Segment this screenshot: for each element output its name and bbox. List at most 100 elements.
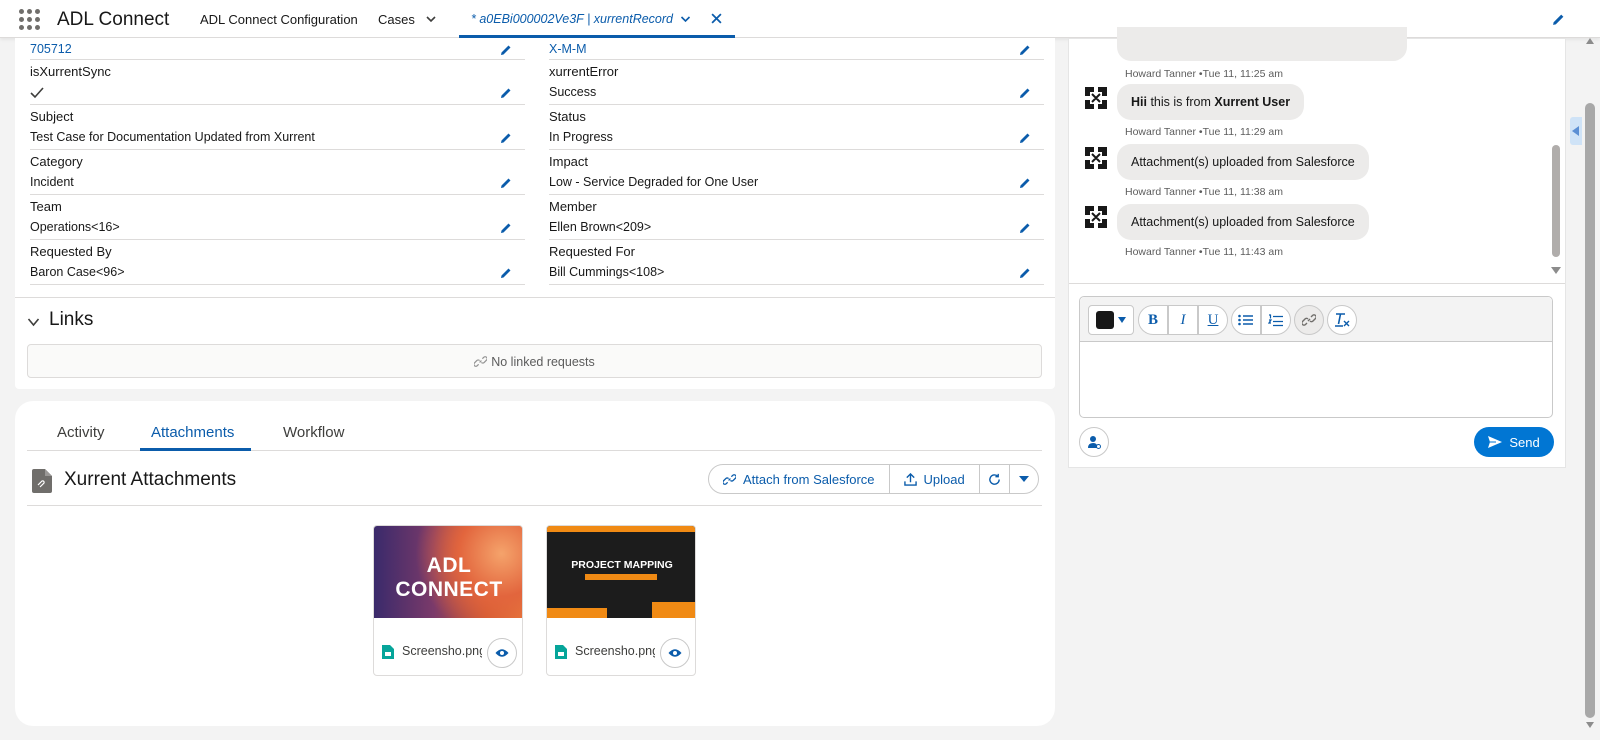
tab-activity[interactable]: Activity — [57, 424, 105, 441]
attachments-button-group: Attach from Salesforce Upload — [708, 464, 1039, 494]
pencil-icon[interactable] — [500, 132, 512, 144]
field-label: Impact — [549, 154, 589, 169]
bold-button[interactable]: B — [1138, 305, 1168, 335]
bulleted-list-icon — [1238, 314, 1253, 326]
scroll-down-icon[interactable] — [1551, 267, 1561, 274]
chat-message-text: this is from — [1146, 95, 1215, 109]
attachment-thumbnail[interactable]: PROJECT MAPPING — [547, 526, 695, 618]
field-value: Baron Case<96> — [30, 265, 125, 279]
chevron-down-icon[interactable] — [426, 14, 436, 24]
field-label: xurrentError — [549, 64, 619, 79]
page-scrollbar[interactable] — [1583, 38, 1597, 728]
app-launcher-icon[interactable] — [19, 9, 40, 30]
thumbnail-decoration — [652, 602, 695, 618]
numbered-list-button[interactable] — [1261, 305, 1291, 335]
attachment-filename: Screensho.png — [402, 644, 482, 658]
bulleted-list-button[interactable] — [1231, 305, 1261, 335]
message-input[interactable] — [1080, 343, 1552, 417]
field-label: Member — [549, 199, 597, 214]
pencil-icon[interactable] — [500, 87, 512, 99]
attachment-card[interactable]: ADL CONNECT Screensho.png — [373, 525, 523, 676]
pencil-icon[interactable] — [1019, 87, 1031, 99]
mention-button[interactable] — [1079, 427, 1109, 457]
attachment-thumbnail[interactable]: ADL CONNECT — [374, 526, 522, 618]
text-color-picker[interactable] — [1088, 305, 1134, 335]
check-icon — [30, 87, 44, 99]
preview-button[interactable] — [660, 638, 690, 668]
chevron-down-icon[interactable] — [680, 14, 691, 24]
send-icon — [1488, 436, 1503, 448]
utility-panel-toggle[interactable] — [1570, 117, 1582, 145]
field-label: isXurrentSync — [30, 64, 111, 79]
record-detail-card: 705712 X-M-M isXurrentSync xurrentError … — [15, 38, 1055, 389]
insert-link-button[interactable] — [1294, 305, 1324, 335]
more-actions-button[interactable] — [1010, 465, 1038, 493]
pencil-icon[interactable] — [1019, 44, 1031, 56]
preview-button[interactable] — [487, 638, 517, 668]
links-empty-row: No linked requests — [28, 355, 1041, 369]
chat-message-meta: Howard Tanner •Tue 11, 11:38 am — [1125, 186, 1283, 198]
chat-message-bubble: Hii this is from Xurrent User — [1117, 84, 1305, 120]
field-requested-by: Requested By Baron Case<96> — [30, 241, 525, 285]
field-member: Member Ellen Brown<209> — [549, 196, 1044, 240]
upload-button[interactable]: Upload — [890, 465, 980, 493]
field-xmm: X-M-M — [549, 38, 1044, 60]
field-value[interactable]: X-M-M — [549, 42, 587, 56]
chat-scrollbar[interactable] — [1549, 39, 1563, 275]
links-empty-text: No linked requests — [491, 355, 595, 369]
pencil-icon[interactable] — [1552, 13, 1565, 26]
tab-active-record[interactable]: * a0EBi000002Ve3F | xurrentRecord — [459, 0, 735, 38]
tab-workflow[interactable]: Workflow — [283, 424, 344, 441]
pencil-icon[interactable] — [1019, 267, 1031, 279]
field-isxurrentsync: isXurrentSync — [30, 61, 525, 105]
chevron-down-icon — [1118, 317, 1126, 323]
attach-from-salesforce-button[interactable]: Attach from Salesforce — [709, 465, 890, 493]
pencil-icon[interactable] — [500, 267, 512, 279]
italic-button[interactable]: I — [1168, 305, 1198, 335]
scroll-down-icon[interactable] — [1586, 722, 1594, 728]
nav-item-cases[interactable]: Cases — [378, 12, 415, 27]
field-team: Team Operations<16> — [30, 196, 525, 240]
attachment-card[interactable]: PROJECT MAPPING Screensho.png — [546, 525, 696, 676]
pencil-icon[interactable] — [1019, 177, 1031, 189]
pencil-icon[interactable] — [500, 44, 512, 56]
pencil-icon[interactable] — [1019, 132, 1031, 144]
tab-active-record-label: * a0EBi000002Ve3F | xurrentRecord — [471, 12, 673, 26]
field-impact: Impact Low - Service Degraded for One Us… — [549, 151, 1044, 195]
clear-formatting-button[interactable] — [1327, 305, 1357, 335]
nav-item-adl-connect-configuration[interactable]: ADL Connect Configuration — [200, 12, 358, 27]
thumbnail-text: PROJECT MAPPING — [571, 559, 673, 571]
refresh-button[interactable] — [980, 465, 1010, 493]
chat-message-bold: Hii — [1131, 95, 1147, 109]
field-xurrenterror: xurrentError Success — [549, 61, 1044, 105]
chat-message-meta: Howard Tanner •Tue 11, 11:43 am — [1125, 246, 1283, 258]
scroll-up-icon[interactable] — [1586, 38, 1594, 44]
underline-button[interactable]: U — [1198, 305, 1228, 335]
links-section-heading[interactable]: Links — [49, 309, 93, 331]
chat-panel: Howard Tanner •Tue 11, 11:25 am Hii this… — [1068, 27, 1566, 468]
active-tab-indicator — [140, 448, 251, 451]
image-file-icon — [555, 645, 567, 659]
field-value: Low - Service Degraded for One User — [549, 175, 759, 189]
rich-text-toolbar: B I U — [1080, 297, 1552, 342]
pencil-icon[interactable] — [500, 177, 512, 189]
close-icon[interactable] — [711, 13, 722, 24]
chevron-down-icon — [1018, 476, 1029, 482]
page-scrollbar-thumb[interactable] — [1585, 103, 1595, 718]
tab-attachments[interactable]: Attachments — [151, 424, 234, 441]
pencil-icon[interactable] — [500, 222, 512, 234]
chat-scrollbar-thumb[interactable] — [1552, 145, 1560, 257]
field-label: Team — [30, 199, 62, 214]
attach-from-salesforce-label: Attach from Salesforce — [743, 471, 875, 487]
link-icon — [1302, 314, 1316, 326]
send-button[interactable]: Send — [1474, 427, 1554, 457]
chevron-down-icon[interactable] — [27, 317, 40, 327]
refresh-icon — [988, 473, 1000, 485]
mention-icon — [1088, 436, 1101, 449]
pencil-icon[interactable] — [1019, 222, 1031, 234]
attachments-title: Xurrent Attachments — [64, 469, 237, 490]
field-label: Subject — [30, 109, 74, 124]
field-value[interactable]: 705712 — [30, 42, 72, 56]
file-icon — [32, 469, 52, 493]
thumbnail-text: ADL CONNECT — [395, 554, 503, 601]
